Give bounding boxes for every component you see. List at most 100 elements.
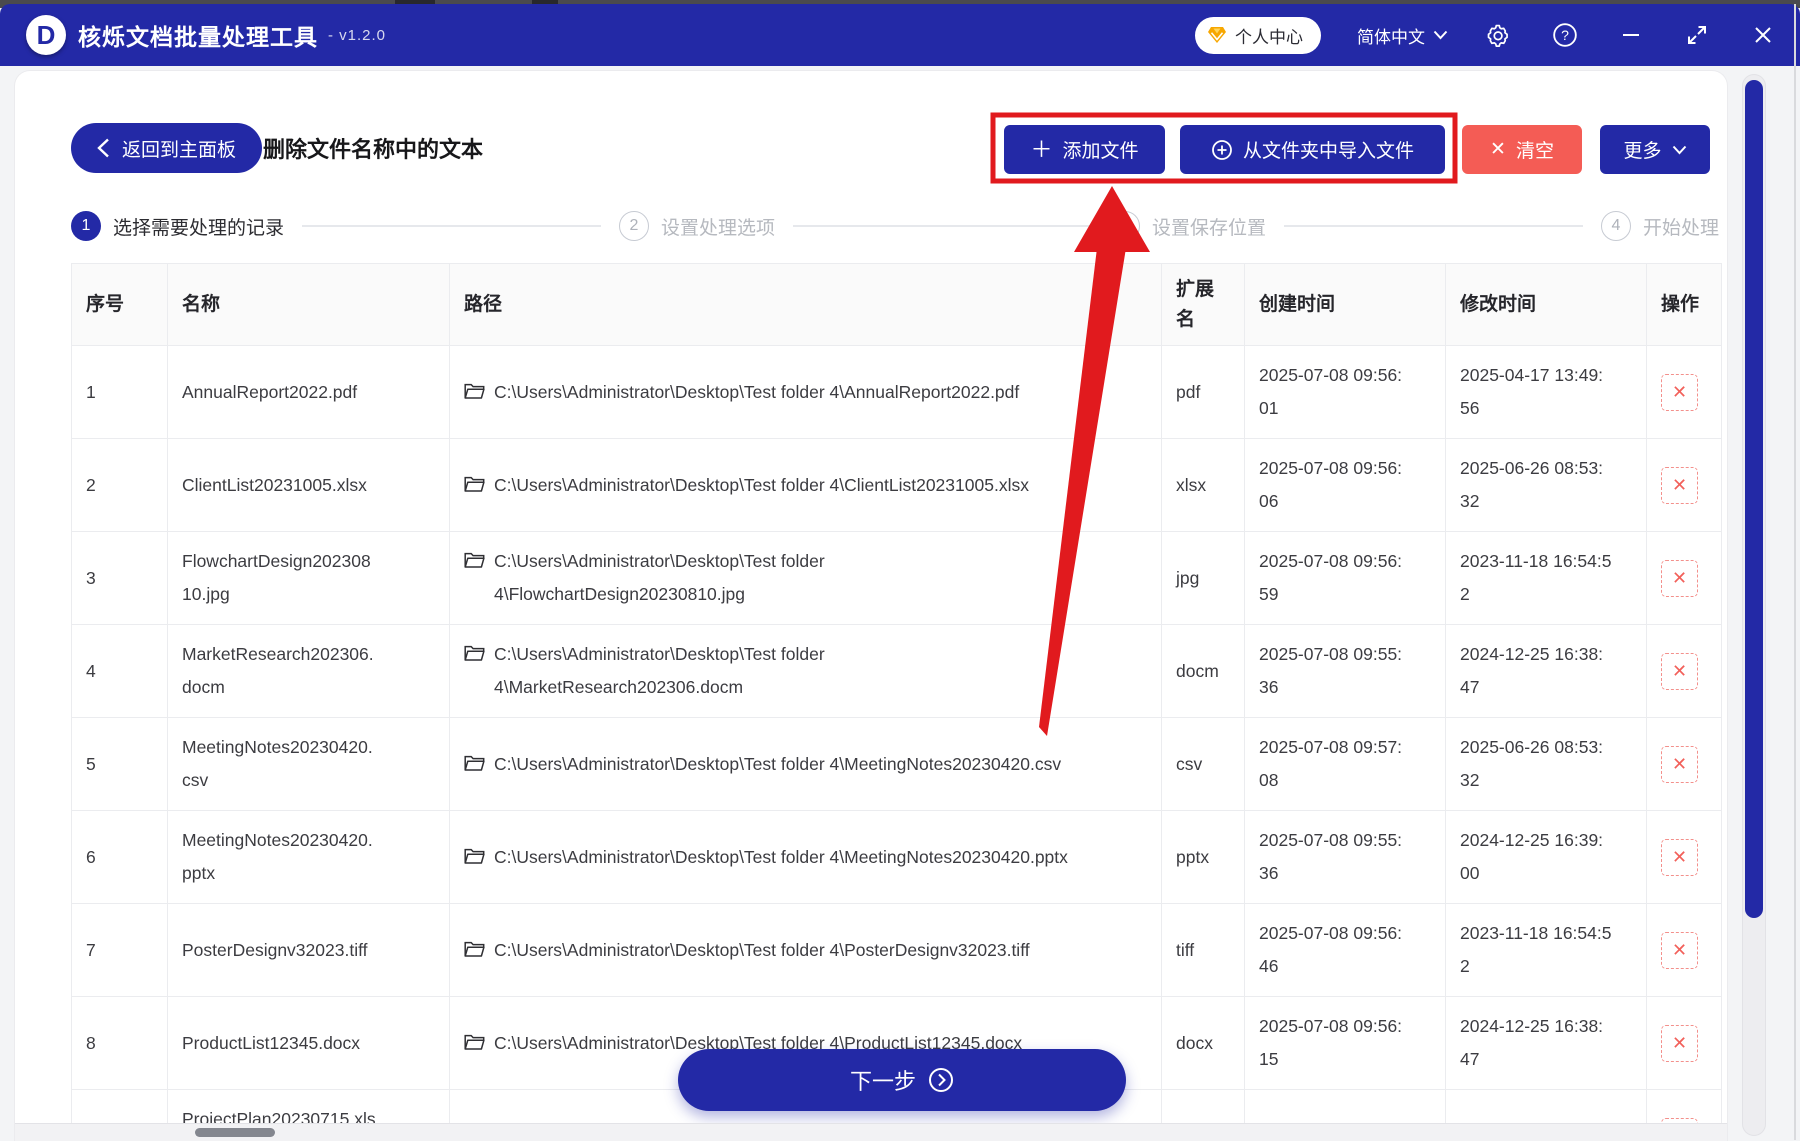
cell-extension: docx bbox=[1162, 997, 1245, 1090]
back-button-label: 返回到主面板 bbox=[122, 135, 236, 162]
cell-extension: pptx bbox=[1162, 811, 1245, 904]
cell-extension: pdf bbox=[1162, 346, 1245, 439]
cell-index: 3 bbox=[72, 532, 168, 625]
cell-path: C:\Users\Administrator\Desktop\Test fold… bbox=[450, 904, 1162, 997]
step-label: 设置保存位置 bbox=[1152, 213, 1266, 240]
horizontal-scrollbar-thumb[interactable] bbox=[195, 1128, 275, 1137]
vertical-scrollbar-thumb[interactable] bbox=[1745, 80, 1763, 918]
step-circle: 4 bbox=[1601, 211, 1631, 241]
table-row: 4MarketResearch202306.docmC:\Users\Admin… bbox=[72, 625, 1722, 718]
svg-text:?: ? bbox=[1561, 27, 1569, 43]
help-icon: ? bbox=[1552, 22, 1578, 48]
back-to-dashboard-button[interactable]: 返回到主面板 bbox=[71, 123, 262, 173]
cell-path: C:\Users\Administrator\Desktop\Test fold… bbox=[450, 718, 1162, 811]
plus-icon: ＋ bbox=[1030, 139, 1052, 161]
cell-modified-time: 2023-11-18 16:54:52 bbox=[1446, 532, 1647, 625]
horizontal-scrollbar[interactable] bbox=[15, 1123, 1727, 1141]
personal-center-button[interactable]: 个人中心 bbox=[1195, 17, 1321, 54]
cell-extension: csv bbox=[1162, 718, 1245, 811]
cell-actions: ✕ bbox=[1647, 718, 1722, 811]
cell-filename: PosterDesignv32023.tiff bbox=[168, 904, 450, 997]
cell-filename: MeetingNotes20230420.pptx bbox=[168, 811, 450, 904]
folder-icon bbox=[464, 476, 485, 493]
table-row: 3FlowchartDesign20230810.jpgC:\Users\Adm… bbox=[72, 532, 1722, 625]
delete-row-button[interactable]: ✕ bbox=[1661, 932, 1698, 969]
cell-actions: ✕ bbox=[1647, 532, 1722, 625]
add-files-label: 添加文件 bbox=[1063, 136, 1139, 163]
main-panel: 返回到主面板 删除文件名称中的文本 ＋ 添加文件 从文件夹中导入文件 ✕ 清空 … bbox=[14, 70, 1728, 1141]
folder-icon bbox=[464, 848, 485, 865]
delete-row-button[interactable]: ✕ bbox=[1661, 560, 1698, 597]
cell-actions: ✕ bbox=[1647, 997, 1722, 1090]
table-row: 2ClientList20231005.xlsxC:\Users\Adminis… bbox=[72, 439, 1722, 532]
more-label: 更多 bbox=[1623, 136, 1661, 163]
cell-modified-time: 2025-06-26 08:53:32 bbox=[1446, 718, 1647, 811]
cell-index: 1 bbox=[72, 346, 168, 439]
delete-row-button[interactable]: ✕ bbox=[1661, 467, 1698, 504]
cell-index: 7 bbox=[72, 904, 168, 997]
delete-row-button[interactable]: ✕ bbox=[1661, 653, 1698, 690]
path-text: C:\Users\Administrator\Desktop\Test fold… bbox=[494, 469, 1070, 502]
app-title: 核烁文档批量处理工具 - v1.2.0 bbox=[78, 4, 386, 66]
maximize-icon bbox=[1685, 23, 1709, 47]
column-header: 创建时间 bbox=[1245, 264, 1446, 346]
folder-icon bbox=[464, 941, 485, 958]
cell-filename: ProductList12345.docx bbox=[168, 997, 450, 1090]
close-button[interactable] bbox=[1748, 20, 1778, 50]
cell-actions: ✕ bbox=[1647, 811, 1722, 904]
app-logo: D bbox=[26, 15, 66, 55]
cell-index: 6 bbox=[72, 811, 168, 904]
personal-center-label: 个人中心 bbox=[1235, 23, 1303, 48]
cell-extension: docm bbox=[1162, 625, 1245, 718]
column-header: 序号 bbox=[72, 264, 168, 346]
step-connector bbox=[1284, 225, 1583, 227]
column-header: 操作 bbox=[1647, 264, 1722, 346]
cell-actions: ✕ bbox=[1647, 439, 1722, 532]
add-files-button[interactable]: ＋ 添加文件 bbox=[1004, 125, 1165, 174]
cell-path: C:\Users\Administrator\Desktop\Test fold… bbox=[450, 625, 1162, 718]
settings-button[interactable] bbox=[1484, 20, 1514, 50]
step-circle: 2 bbox=[619, 211, 649, 241]
next-step-button[interactable]: 下一步 bbox=[678, 1049, 1126, 1111]
app-logo-letter: D bbox=[37, 22, 56, 48]
step-2: 2 设置处理选项 bbox=[619, 211, 775, 241]
minimize-button[interactable] bbox=[1616, 20, 1646, 50]
cell-index: 4 bbox=[72, 625, 168, 718]
cell-path: C:\Users\Administrator\Desktop\Test fold… bbox=[450, 346, 1162, 439]
delete-row-button[interactable]: ✕ bbox=[1661, 1025, 1698, 1062]
language-selector[interactable]: 简体中文 bbox=[1357, 23, 1448, 48]
cell-modified-time: 2024-12-25 16:38:47 bbox=[1446, 625, 1647, 718]
circle-plus-icon bbox=[1211, 139, 1233, 161]
delete-row-button[interactable]: ✕ bbox=[1661, 374, 1698, 411]
cell-path: C:\Users\Administrator\Desktop\Test fold… bbox=[450, 811, 1162, 904]
cell-actions: ✕ bbox=[1647, 904, 1722, 997]
minimize-icon bbox=[1619, 23, 1643, 47]
path-text: C:\Users\Administrator\Desktop\Test fold… bbox=[494, 748, 1070, 781]
step-4: 4开始处理 bbox=[1601, 211, 1719, 241]
maximize-button[interactable] bbox=[1682, 20, 1712, 50]
table-header-row: 序号名称路径扩展名创建时间修改时间操作 bbox=[72, 264, 1722, 346]
help-button[interactable]: ? bbox=[1550, 20, 1580, 50]
cell-index: 5 bbox=[72, 718, 168, 811]
step-3: 3 设置保存位置 bbox=[1110, 211, 1266, 241]
cell-index: 8 bbox=[72, 997, 168, 1090]
step-label: 设置处理选项 bbox=[661, 213, 775, 240]
clear-button[interactable]: ✕ 清空 bbox=[1462, 125, 1582, 174]
delete-row-button[interactable]: ✕ bbox=[1661, 839, 1698, 876]
app-title-text: 核烁文档批量处理工具 bbox=[78, 18, 318, 52]
table-row: 6MeetingNotes20230420.pptxC:\Users\Admin… bbox=[72, 811, 1722, 904]
close-icon bbox=[1751, 23, 1775, 47]
titlebar: D 核烁文档批量处理工具 - v1.2.0 个人中心 简体中文 bbox=[0, 4, 1800, 66]
import-from-folder-button[interactable]: 从文件夹中导入文件 bbox=[1180, 125, 1445, 174]
step-circle: 3 bbox=[1110, 211, 1140, 241]
folder-icon bbox=[464, 1034, 485, 1051]
more-button[interactable]: 更多 bbox=[1600, 125, 1710, 174]
page-title: 删除文件名称中的文本 bbox=[263, 123, 483, 173]
clear-label: 清空 bbox=[1516, 136, 1554, 163]
path-text: C:\Users\Administrator\Desktop\Test fold… bbox=[494, 545, 1070, 611]
delete-row-button[interactable]: ✕ bbox=[1661, 746, 1698, 783]
import-from-folder-label: 从文件夹中导入文件 bbox=[1243, 136, 1414, 163]
table-row: 7PosterDesignv32023.tiffC:\Users\Adminis… bbox=[72, 904, 1722, 997]
cell-filename: ClientList20231005.xlsx bbox=[168, 439, 450, 532]
chevron-left-icon bbox=[97, 138, 110, 158]
